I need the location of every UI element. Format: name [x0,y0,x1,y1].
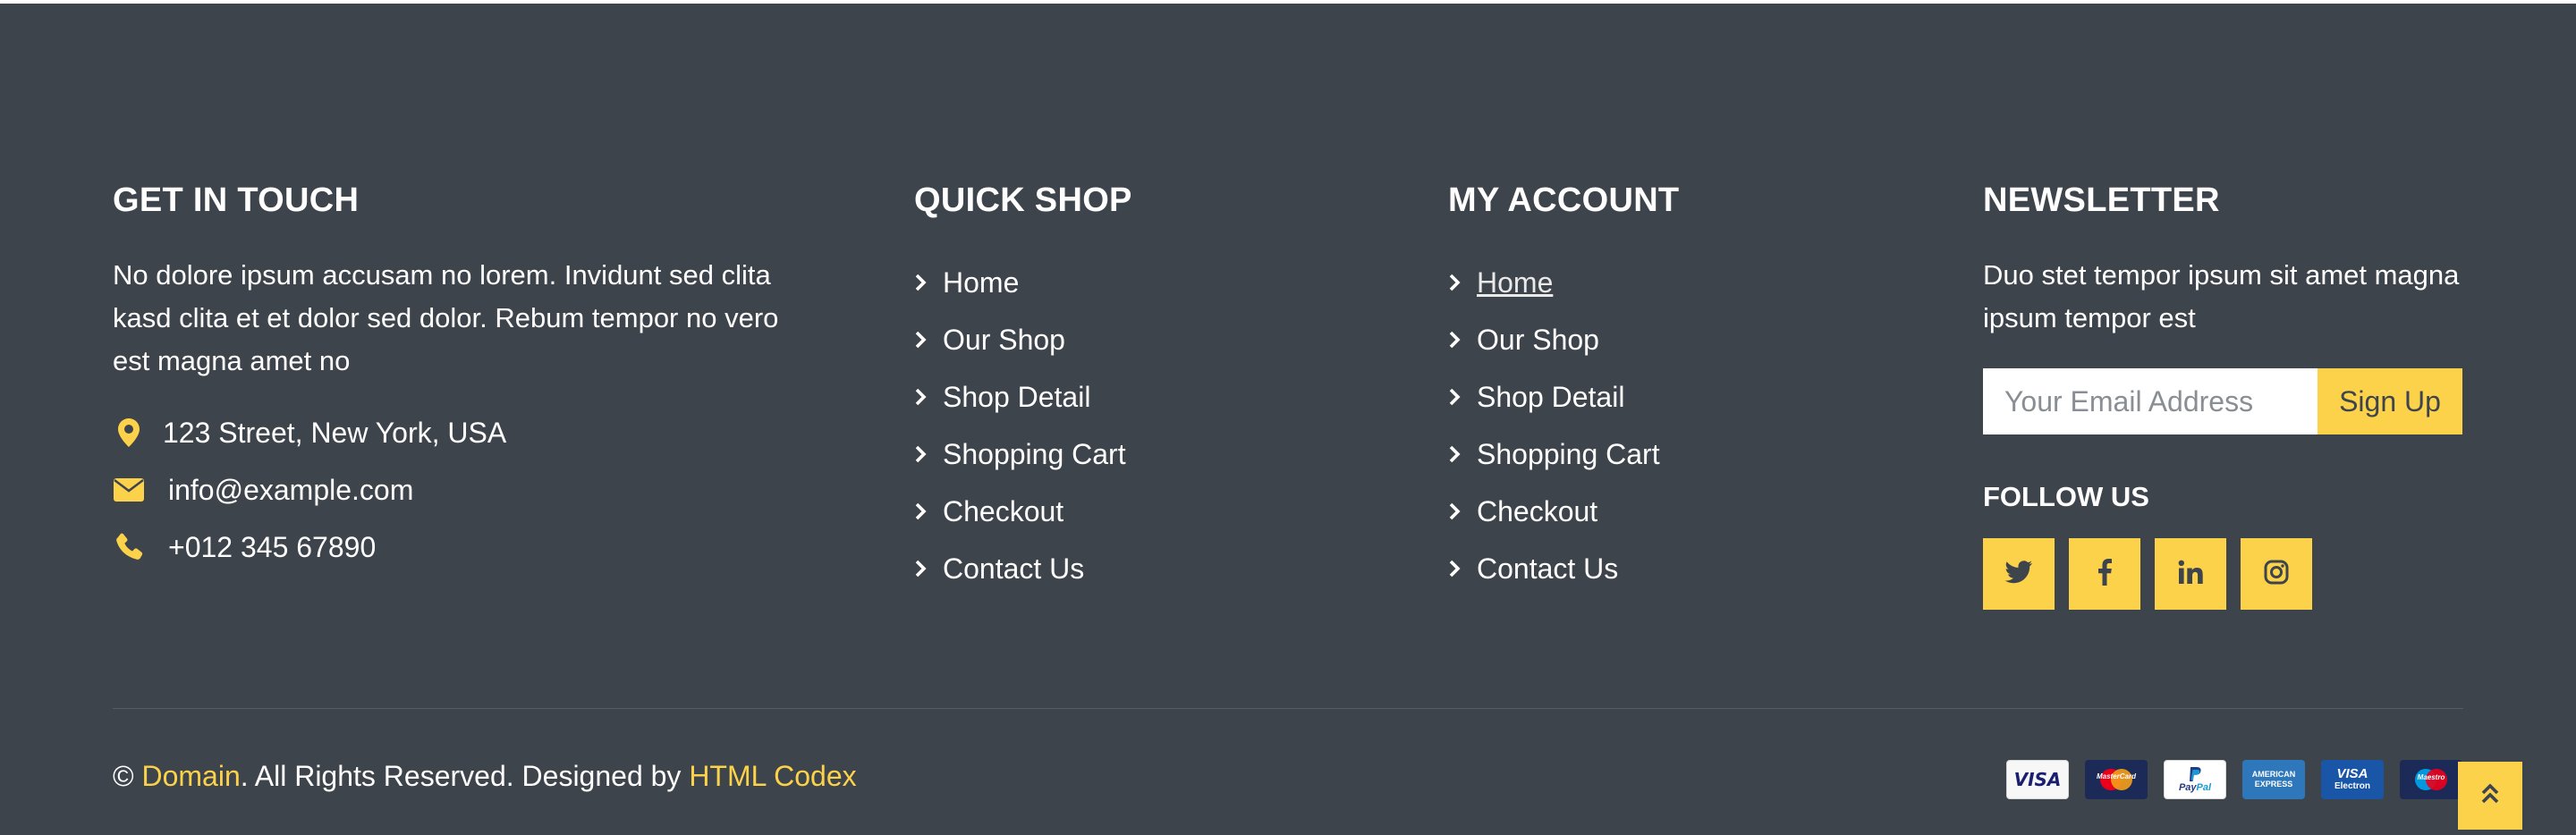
phone-icon [113,531,145,563]
chevron-right-icon [914,502,930,521]
mastercard-icon: MasterCard [2085,760,2148,799]
link-label: Home [1477,266,1554,299]
maestro-icon: Maestro [2400,760,2462,799]
newsletter-form: Sign Up [1983,368,2484,434]
sign-up-button[interactable]: Sign Up [2318,368,2462,434]
chevron-right-icon [1448,273,1464,292]
follow-us-title: FOLLOW US [1983,481,2149,512]
map-marker-icon [113,417,145,449]
contact-intro: No dolore ipsum accusam no lorem. Invidu… [113,259,779,376]
chevron-right-icon [914,559,930,578]
paypal-label-pal: Pal [2196,782,2212,793]
quick-shop-link-shopping-cart[interactable]: Shopping Cart [914,426,1361,483]
copyright: © Domain. All Rights Reserved. Designed … [113,756,857,796]
my-account-column: MY ACCOUNT Home Our Shop Shop Detail Sho… [1448,173,1895,597]
link-label: Shopping Cart [1477,437,1660,470]
link-label: Contact Us [943,552,1085,585]
payment-methods: VISA MasterCard PayPal AMERICAN EXPRESS … [2006,760,2479,799]
visa-card-label: VISA [2013,769,2062,790]
email-text[interactable]: info@example.com [168,474,413,507]
quick-shop-link-shop-detail[interactable]: Shop Detail [914,368,1361,426]
visa-electron-label-bottom: Electron [2334,781,2370,791]
contact-title: GET IN TOUCH [113,181,360,219]
quick-shop-link-contact-us[interactable]: Contact Us [914,540,1361,597]
chevron-right-icon [914,273,930,292]
my-account-links: Home Our Shop Shop Detail Shopping Cart … [1448,254,1895,597]
envelope-icon [113,474,145,506]
paypal-label-pay: Pay [2178,782,2197,793]
email-row: info@example.com [113,461,819,519]
visa-electron-label-top: VISA [2336,766,2368,781]
email-input[interactable] [1983,368,2318,434]
american-express-label: AMERICAN EXPRESS [2251,770,2296,789]
paypal-icon: PayPal [2164,760,2226,799]
newsletter-intro: Duo stet tempor ipsum sit amet magna ips… [1983,259,2460,333]
instagram-button[interactable] [2241,538,2312,610]
chevron-right-icon [1448,559,1464,578]
american-express-icon: AMERICAN EXPRESS [2242,760,2305,799]
link-label: Checkout [943,494,1064,527]
quick-shop-link-our-shop[interactable]: Our Shop [914,311,1361,368]
quick-shop-title: QUICK SHOP [914,181,1132,219]
linkedin-icon [2178,560,2203,589]
chevron-right-icon [914,444,930,464]
copyright-text: . All Rights Reserved. Designed by [240,760,682,792]
link-label: Contact Us [1477,552,1619,585]
chevron-right-icon [1448,387,1464,407]
link-label: Home [943,266,1020,299]
visa-electron-icon: VISA Electron [2321,760,2384,799]
mastercard-label: MasterCard [2096,772,2136,780]
link-label: Shopping Cart [943,437,1126,470]
twitter-icon [2004,560,2033,588]
quick-shop-column: QUICK SHOP Home Our Shop Shop Detail Sho… [914,173,1361,597]
quick-shop-links: Home Our Shop Shop Detail Shopping Cart … [914,254,1361,597]
chevron-right-icon [1448,330,1464,350]
visa-card-icon: VISA [2006,760,2069,799]
my-account-link-shopping-cart[interactable]: Shopping Cart [1448,426,1895,483]
chevron-right-icon [1448,444,1464,464]
link-label: Shop Detail [943,380,1091,413]
chevron-right-icon [914,387,930,407]
link-label: Shop Detail [1477,380,1625,413]
linkedin-button[interactable] [2155,538,2226,610]
link-label: Checkout [1477,494,1598,527]
instagram-icon [2264,560,2289,589]
my-account-link-our-shop[interactable]: Our Shop [1448,311,1895,368]
my-account-link-contact-us[interactable]: Contact Us [1448,540,1895,597]
link-label: Our Shop [943,323,1065,356]
newsletter-column: NEWSLETTER Duo stet tempor ipsum sit ame… [1983,173,2484,610]
copyright-symbol: © [113,760,134,792]
footer: GET IN TOUCH No dolore ipsum accusam no … [0,4,2576,835]
address-row: 123 Street, New York, USA [113,404,819,461]
contact-column: GET IN TOUCH No dolore ipsum accusam no … [113,173,819,576]
phone-text[interactable]: +012 345 67890 [168,531,376,564]
chevron-right-icon [914,330,930,350]
link-label: Our Shop [1477,323,1599,356]
newsletter-title: NEWSLETTER [1983,181,2220,219]
facebook-button[interactable] [2069,538,2140,610]
footer-divider [113,708,2463,709]
contact-list: 123 Street, New York, USA info@example.c… [113,404,819,576]
social-buttons [1983,538,2484,610]
domain-link[interactable]: Domain [141,760,240,792]
double-chevron-up-icon [2480,782,2500,810]
my-account-link-checkout[interactable]: Checkout [1448,483,1895,540]
paypal-label: PayPal [2179,782,2211,793]
quick-shop-link-home[interactable]: Home [914,254,1361,311]
paypal-p-icon [2190,767,2201,781]
back-to-top-button[interactable] [2458,762,2522,830]
twitter-button[interactable] [1983,538,2055,610]
address-text: 123 Street, New York, USA [163,416,507,449]
my-account-title: MY ACCOUNT [1448,181,1680,219]
chevron-right-icon [1448,502,1464,521]
phone-row: +012 345 67890 [113,519,819,576]
my-account-link-shop-detail[interactable]: Shop Detail [1448,368,1895,426]
designer-link[interactable]: HTML Codex [689,760,856,792]
facebook-icon [2097,558,2112,590]
maestro-label: Maestro [2417,773,2445,781]
quick-shop-link-checkout[interactable]: Checkout [914,483,1361,540]
my-account-link-home[interactable]: Home [1448,254,1895,311]
